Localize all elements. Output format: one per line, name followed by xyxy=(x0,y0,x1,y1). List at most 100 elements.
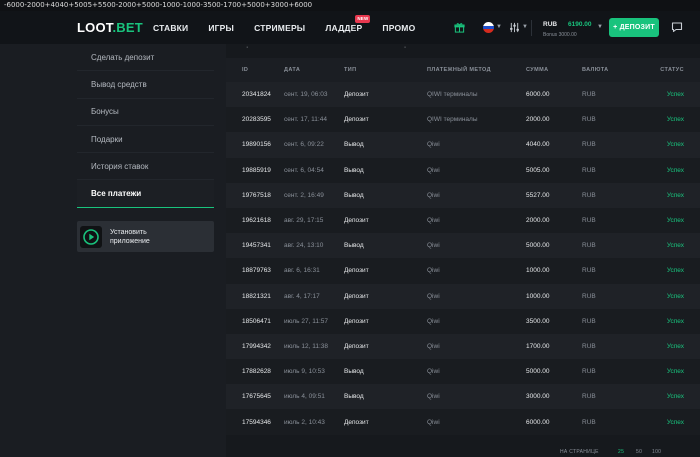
cell-type: Депозит xyxy=(344,207,427,234)
cell-status: Успех xyxy=(638,132,700,158)
cell-method: Qiwi xyxy=(427,409,526,435)
cell-type: Вывод xyxy=(344,359,427,385)
cell-amount: 6000.00 xyxy=(526,82,582,108)
cell-type: Депозит xyxy=(344,283,427,309)
cell-method: QIWI терминалы xyxy=(427,107,526,133)
install-app-label: Установить приложение xyxy=(110,228,150,245)
nav-ladder[interactable]: ЛАДДЕР NEW xyxy=(325,14,371,33)
cell-status: Успех xyxy=(638,283,700,309)
sidebar-item-all-payments[interactable]: Все платежи xyxy=(77,180,214,208)
cell-type: Вывод xyxy=(344,182,427,208)
nav-bets[interactable]: СТАВКИ xyxy=(153,23,188,33)
sidebar-item-bet-history[interactable]: История ставок xyxy=(77,153,214,181)
page-size-100[interactable]: 100 xyxy=(652,449,661,455)
cell-currency: RUB xyxy=(582,82,638,108)
cell-amount: 4040.00 xyxy=(526,132,582,158)
cell-date: июль 9, 10:53 xyxy=(284,359,344,385)
logo[interactable]: LOOT.BET xyxy=(77,11,143,44)
cell-type: Депозит xyxy=(344,308,427,334)
cell-currency: RUB xyxy=(582,283,638,309)
cell-amount: 1700.00 xyxy=(526,333,582,360)
cell-currency: RUB xyxy=(582,258,638,284)
chat-icon[interactable] xyxy=(671,21,683,33)
cell-status: Успех xyxy=(638,258,700,284)
cell-date: сент. 2, 16:49 xyxy=(284,182,344,208)
page-size-50[interactable]: 50 xyxy=(636,449,642,455)
gift-icon[interactable] xyxy=(454,22,465,33)
table-row[interactable]: 18821321 авг. 4, 17:17 Депозит Qiwi 1000.00 R… xyxy=(226,283,700,309)
table-row[interactable]: 19885919 сент. 6, 04:54 Вывод Qiwi 5005.00 RU… xyxy=(226,157,700,183)
cell-type: Вывод xyxy=(344,132,427,158)
nav-ladder-label: ЛАДДЕР xyxy=(325,22,363,33)
cell-amount: 1000.00 xyxy=(526,283,582,309)
cell-currency: RUB xyxy=(582,359,638,385)
col-header-status[interactable]: СТАТУС xyxy=(638,58,700,82)
cell-id: 17994342 xyxy=(226,333,284,360)
sidebar-item-deposit[interactable]: Сделать депозит xyxy=(77,44,214,72)
table-row[interactable]: 20283595 сент. 17, 11:44 Депозит QIWI терми… xyxy=(226,107,700,133)
cell-method: Qiwi xyxy=(427,157,526,183)
chevron-down-icon[interactable]: ▼ xyxy=(597,24,603,30)
cell-type: Депозит xyxy=(344,107,427,133)
table-header-row: ID ДАТА ТИП ПЛАТЕЖНЫЙ МЕТОД СУММА ВАЛЮТА… xyxy=(226,58,700,82)
col-header-method[interactable]: ПЛАТЕЖНЫЙ МЕТОД xyxy=(427,58,526,82)
cell-type: Депозит xyxy=(344,258,427,284)
cell-type: Депозит xyxy=(344,82,427,108)
settings-sliders-icon[interactable] xyxy=(509,22,520,33)
cell-method: Qiwi xyxy=(427,258,526,284)
table-row[interactable]: 19767518 сент. 2, 16:49 Вывод Qiwi 5527.00 RU… xyxy=(226,182,700,208)
header-divider xyxy=(531,20,532,36)
sidebar-item-withdraw[interactable]: Вывод средств xyxy=(77,71,214,99)
table-row[interactable]: 19890156 сент. 6, 09:22 Вывод Qiwi 4040.00 RU… xyxy=(226,132,700,158)
table-row[interactable]: 18506471 июль 27, 11:57 Депозит Qiwi 3500.00… xyxy=(226,308,700,334)
cell-status: Успех xyxy=(638,182,700,208)
table-row[interactable]: 17675645 июль 4, 09:51 Вывод Qiwi 3000.00 RUB… xyxy=(226,384,700,410)
cell-type: Депозит xyxy=(344,333,427,360)
col-header-amount[interactable]: СУММА xyxy=(526,58,582,82)
table-row[interactable]: 18879763 авг. 6, 16:31 Депозит Qiwi 1000.00 R… xyxy=(226,258,700,284)
deposit-button[interactable]: + ДЕПОЗИТ xyxy=(609,18,659,37)
table-row[interactable]: 17594346 июль 2, 10:43 Депозит Qiwi 6000.00 R… xyxy=(226,409,700,435)
cell-amount: 5527.00 xyxy=(526,182,582,208)
cell-date: авг. 24, 13:10 xyxy=(284,233,344,259)
nav-games[interactable]: ИГРЫ xyxy=(208,23,234,33)
sidebar-item-gifts[interactable]: Подарки xyxy=(77,125,214,154)
cell-id: 20341824 xyxy=(226,82,284,108)
cell-status: Успех xyxy=(638,359,700,385)
table-row[interactable]: 19457341 авг. 24, 13:10 Вывод Qiwi 5000.00 RU… xyxy=(226,233,700,259)
cell-method: Qiwi xyxy=(427,182,526,208)
col-header-id[interactable]: ID xyxy=(226,58,284,82)
cell-status: Успех xyxy=(638,82,700,108)
cell-date: июль 12, 11:38 xyxy=(284,333,344,360)
cell-id: 19457341 xyxy=(226,233,284,259)
table-row[interactable]: 19621618 авг. 29, 17:15 Депозит Qiwi 2000.00… xyxy=(226,207,700,234)
cell-type: Вывод xyxy=(344,384,427,410)
cell-id: 18879763 xyxy=(226,258,284,284)
cell-currency: RUB xyxy=(582,207,638,234)
table-row[interactable]: 20341824 сент. 19, 06:03 Депозит QIWI терми… xyxy=(226,82,700,108)
cell-amount: 6000.00 xyxy=(526,409,582,435)
cell-currency: RUB xyxy=(582,308,638,334)
balance-amount[interactable]: 6190.00 xyxy=(568,21,592,28)
cell-status: Успех xyxy=(638,409,700,435)
cell-amount: 5005.00 xyxy=(526,157,582,183)
cell-currency: RUB xyxy=(582,333,638,360)
nav-streamers[interactable]: СТРИМЕРЫ xyxy=(254,23,305,33)
cell-amount: 1000.00 xyxy=(526,258,582,284)
col-header-currency[interactable]: ВАЛЮТА xyxy=(582,58,638,82)
col-header-type[interactable]: ТИП xyxy=(344,58,427,82)
sidebar-item-bonuses[interactable]: Бонусы xyxy=(77,98,214,126)
page-size-25[interactable]: 25 xyxy=(618,449,624,455)
cell-method: Qiwi xyxy=(427,283,526,309)
table-row[interactable]: 17994342 июль 12, 11:38 Депозит Qiwi 1700.00… xyxy=(226,333,700,360)
nav-promo[interactable]: ПРОМО xyxy=(382,23,415,33)
col-header-date[interactable]: ДАТА xyxy=(284,58,344,82)
cell-date: июль 27, 11:57 xyxy=(284,308,344,334)
install-app-button[interactable]: Установить приложение xyxy=(77,221,214,252)
cell-currency: RUB xyxy=(582,157,638,183)
flag-ru-icon[interactable] xyxy=(483,22,494,33)
page-body: Сделать депозит Вывод средств Бонусы Под… xyxy=(0,44,700,457)
cell-type: Депозит xyxy=(344,409,427,435)
payments-panel: · · ID ДАТА ТИП ПЛАТЕЖНЫЙ МЕТОД СУММА ВА… xyxy=(226,44,700,457)
table-row[interactable]: 17882628 июль 9, 10:53 Вывод Qiwi 5000.00 RUB… xyxy=(226,359,700,385)
